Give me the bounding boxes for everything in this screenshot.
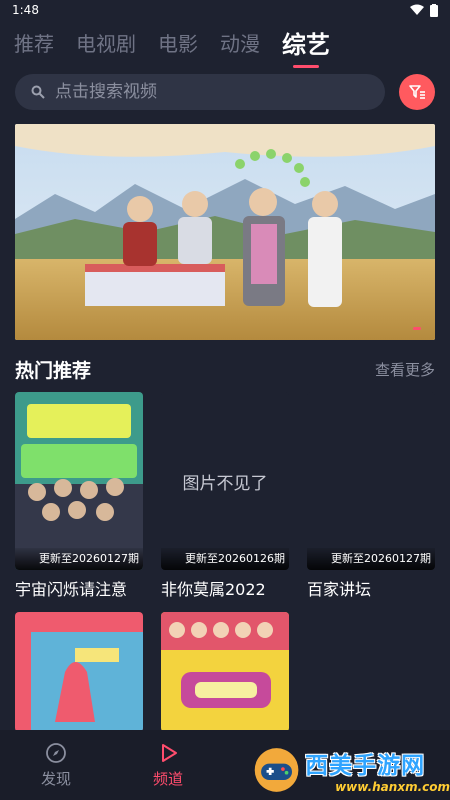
compass-icon [46, 742, 66, 763]
video-poster: 更新至20260127期 [15, 392, 143, 570]
update-badge: 更新至20260126期 [161, 548, 289, 570]
banner-image [15, 124, 435, 340]
image-missing-text: 图片不见了 [182, 473, 268, 494]
hot-section-header: 热门推荐 查看更多 [15, 356, 435, 382]
video-card[interactable]: 更新至20260127期 宇宙闪烁请注意 [15, 392, 143, 600]
tab-variety[interactable]: 综艺 [282, 25, 330, 68]
tab-recommend[interactable]: 推荐 [14, 28, 54, 57]
play-icon [162, 743, 177, 762]
filter-button[interactable] [399, 74, 435, 110]
view-more-link[interactable]: 查看更多 [375, 359, 435, 380]
poster-image [15, 392, 143, 570]
update-badge: 更新至20260127期 [15, 548, 143, 570]
poster-image [161, 612, 289, 732]
watermark: 西美手游网 www.hanxm.com [252, 740, 450, 800]
battery-icon [430, 3, 438, 17]
tab-movies[interactable]: 电影 [158, 28, 198, 57]
video-title: 百家讲坛 [307, 580, 372, 599]
search-icon [31, 85, 45, 99]
watermark-url: www.hanxm.com [335, 780, 450, 794]
search-input[interactable] [55, 82, 355, 102]
filter-icon [409, 85, 425, 99]
video-card[interactable] [161, 612, 289, 732]
nav-channel[interactable]: 频道 [112, 730, 224, 800]
video-poster [161, 612, 289, 732]
video-poster [15, 612, 143, 732]
search-bar[interactable] [15, 74, 385, 110]
video-card[interactable]: 图片不见了 更新至20260126期 非你莫属2022 [161, 392, 289, 600]
video-title: 非你莫属2022 [161, 580, 266, 599]
video-card[interactable]: 更新至20260127期 百家讲坛 [307, 392, 435, 600]
video-title: 宇宙闪烁请注意 [15, 580, 128, 599]
tab-tv-series[interactable]: 电视剧 [76, 28, 136, 57]
category-tabs: 推荐 电视剧 电影 动漫 综艺 [14, 24, 330, 68]
poster-image [15, 612, 143, 732]
video-poster: 图片不见了 更新至20260126期 [161, 392, 289, 570]
nav-channel-label: 频道 [152, 769, 183, 788]
carousel-indicator [413, 327, 421, 330]
tab-anime[interactable]: 动漫 [220, 28, 260, 57]
watermark-text: 西美手游网 www.hanxm.com [305, 746, 450, 794]
video-card[interactable] [15, 612, 143, 732]
section-title: 热门推荐 [15, 359, 92, 382]
active-tab-indicator [293, 64, 319, 68]
status-bar: 1:48 [0, 0, 450, 20]
nav-discover[interactable]: 发现 [0, 730, 112, 800]
tab-variety-label: 综艺 [282, 30, 330, 59]
video-poster: 更新至20260127期 [307, 392, 435, 570]
update-badge: 更新至20260127期 [307, 548, 435, 570]
wifi-icon [410, 4, 424, 15]
gamepad-logo-icon [254, 748, 299, 792]
banner-carousel[interactable] [15, 124, 435, 340]
status-time: 1:48 [12, 3, 39, 17]
status-icons [410, 3, 438, 17]
nav-discover-label: 发现 [40, 769, 71, 788]
watermark-title: 西美手游网 [305, 753, 426, 779]
